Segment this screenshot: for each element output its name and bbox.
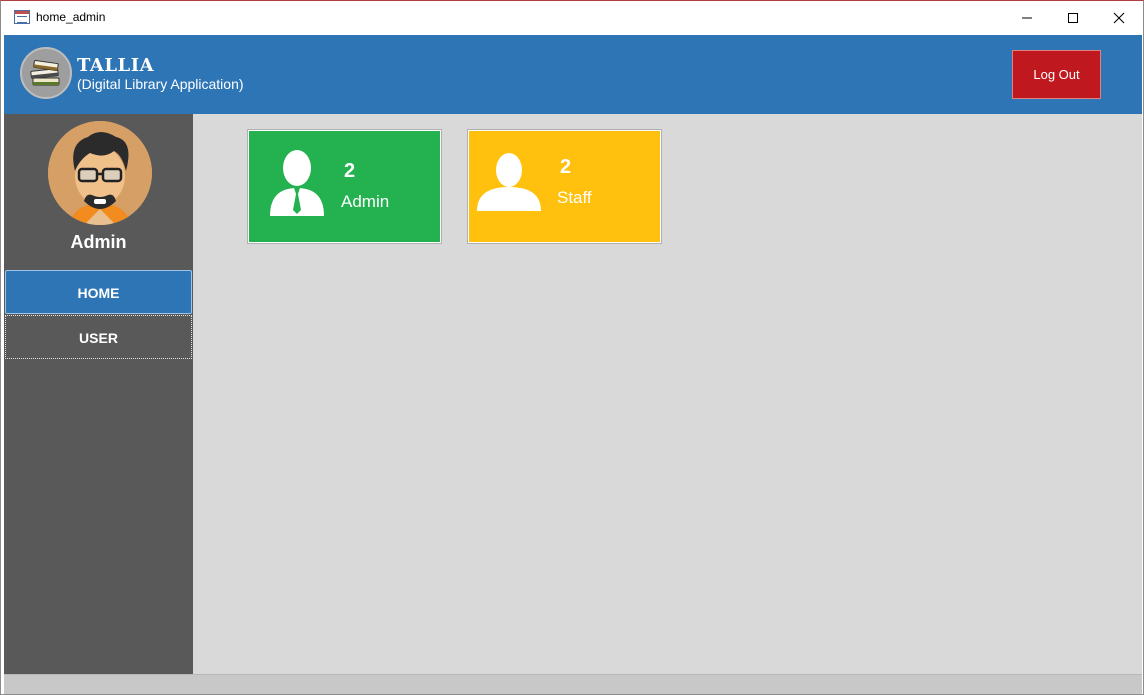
maximize-button[interactable] bbox=[1050, 1, 1096, 35]
logout-button[interactable]: Log Out bbox=[1012, 50, 1101, 99]
close-icon bbox=[1113, 12, 1125, 24]
app-window: home_admin TALLIA (Digital Library Appli… bbox=[0, 0, 1144, 695]
app-brand: TALLIA bbox=[77, 55, 155, 76]
dashboard-area: 2 Admin 2 Staff bbox=[193, 114, 1142, 674]
staff-user-icon bbox=[477, 153, 541, 211]
sidebar-item-user[interactable]: USER bbox=[5, 315, 192, 359]
admin-count-card[interactable]: 2 Admin bbox=[247, 129, 442, 244]
admin-user-icon bbox=[270, 150, 324, 216]
staff-count: 2 bbox=[560, 156, 572, 178]
sidebar: Admin HOME USER bbox=[4, 114, 193, 674]
admin-count: 2 bbox=[344, 160, 356, 182]
title-bar[interactable]: home_admin bbox=[1, 1, 1143, 35]
sidebar-user-name: Admin bbox=[70, 232, 127, 252]
app-subtitle: (Digital Library Application) bbox=[77, 76, 244, 92]
user-avatar bbox=[48, 121, 152, 225]
sidebar-item-home[interactable]: HOME bbox=[5, 270, 192, 314]
minimize-icon bbox=[1022, 17, 1032, 19]
books-icon bbox=[20, 47, 72, 99]
staff-label: Staff bbox=[557, 188, 592, 207]
app-header: TALLIA (Digital Library Application) Log… bbox=[4, 35, 1142, 114]
window-title: home_admin bbox=[36, 10, 106, 24]
staff-count-card[interactable]: 2 Staff bbox=[467, 129, 662, 244]
admin-label: Admin bbox=[341, 192, 390, 211]
maximize-icon bbox=[1068, 13, 1078, 23]
form-icon bbox=[14, 10, 30, 24]
status-bar bbox=[4, 674, 1142, 694]
minimize-button[interactable] bbox=[1004, 1, 1050, 35]
close-button[interactable] bbox=[1096, 1, 1142, 35]
